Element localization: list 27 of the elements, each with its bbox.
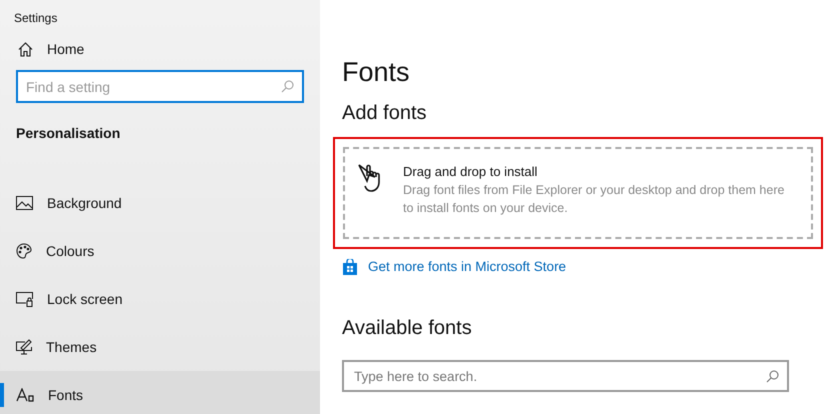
nav-item[interactable]: Lock screen [0,275,320,323]
store-link[interactable]: Get more fonts in Microsoft Store [342,257,834,278]
nav-item[interactable]: Fonts [0,371,320,414]
nav-item[interactable]: Colours [0,227,320,275]
home-link[interactable]: Home [0,39,320,60]
page-title: Fonts [342,56,411,89]
drop-zone[interactable]: Drag and drop to install Drag font files from File Explorer or your desktop and drop them here to install fonts on your device. [343,147,813,239]
drop-description: Drag font files from File Explorer or your desktop and drop them here to install fonts on your device. [403,182,786,217]
font-letters-icon [16,388,34,402]
search-field[interactable]: Type here to search. [342,360,789,392]
search-icon [766,370,779,384]
shopping-bag-icon [342,259,358,276]
brush-monitor-icon [16,339,32,355]
selection-indicator [0,383,4,407]
picture-icon [16,196,33,210]
window-title: Settings [13,10,58,27]
drop-title: Drag and drop to install [403,163,538,181]
section-heading: Available fonts [342,316,473,342]
search-field[interactable]: Find a setting [16,70,304,103]
nav-item[interactable]: Background [0,179,320,227]
search-icon [281,80,294,93]
home-icon [18,42,33,57]
nav-item[interactable]: Themes [0,323,320,371]
monitor-lock-icon [16,292,33,306]
section-heading: Personalisation [15,124,122,143]
section-heading: Add fonts [342,101,428,126]
palette-icon [16,243,32,259]
